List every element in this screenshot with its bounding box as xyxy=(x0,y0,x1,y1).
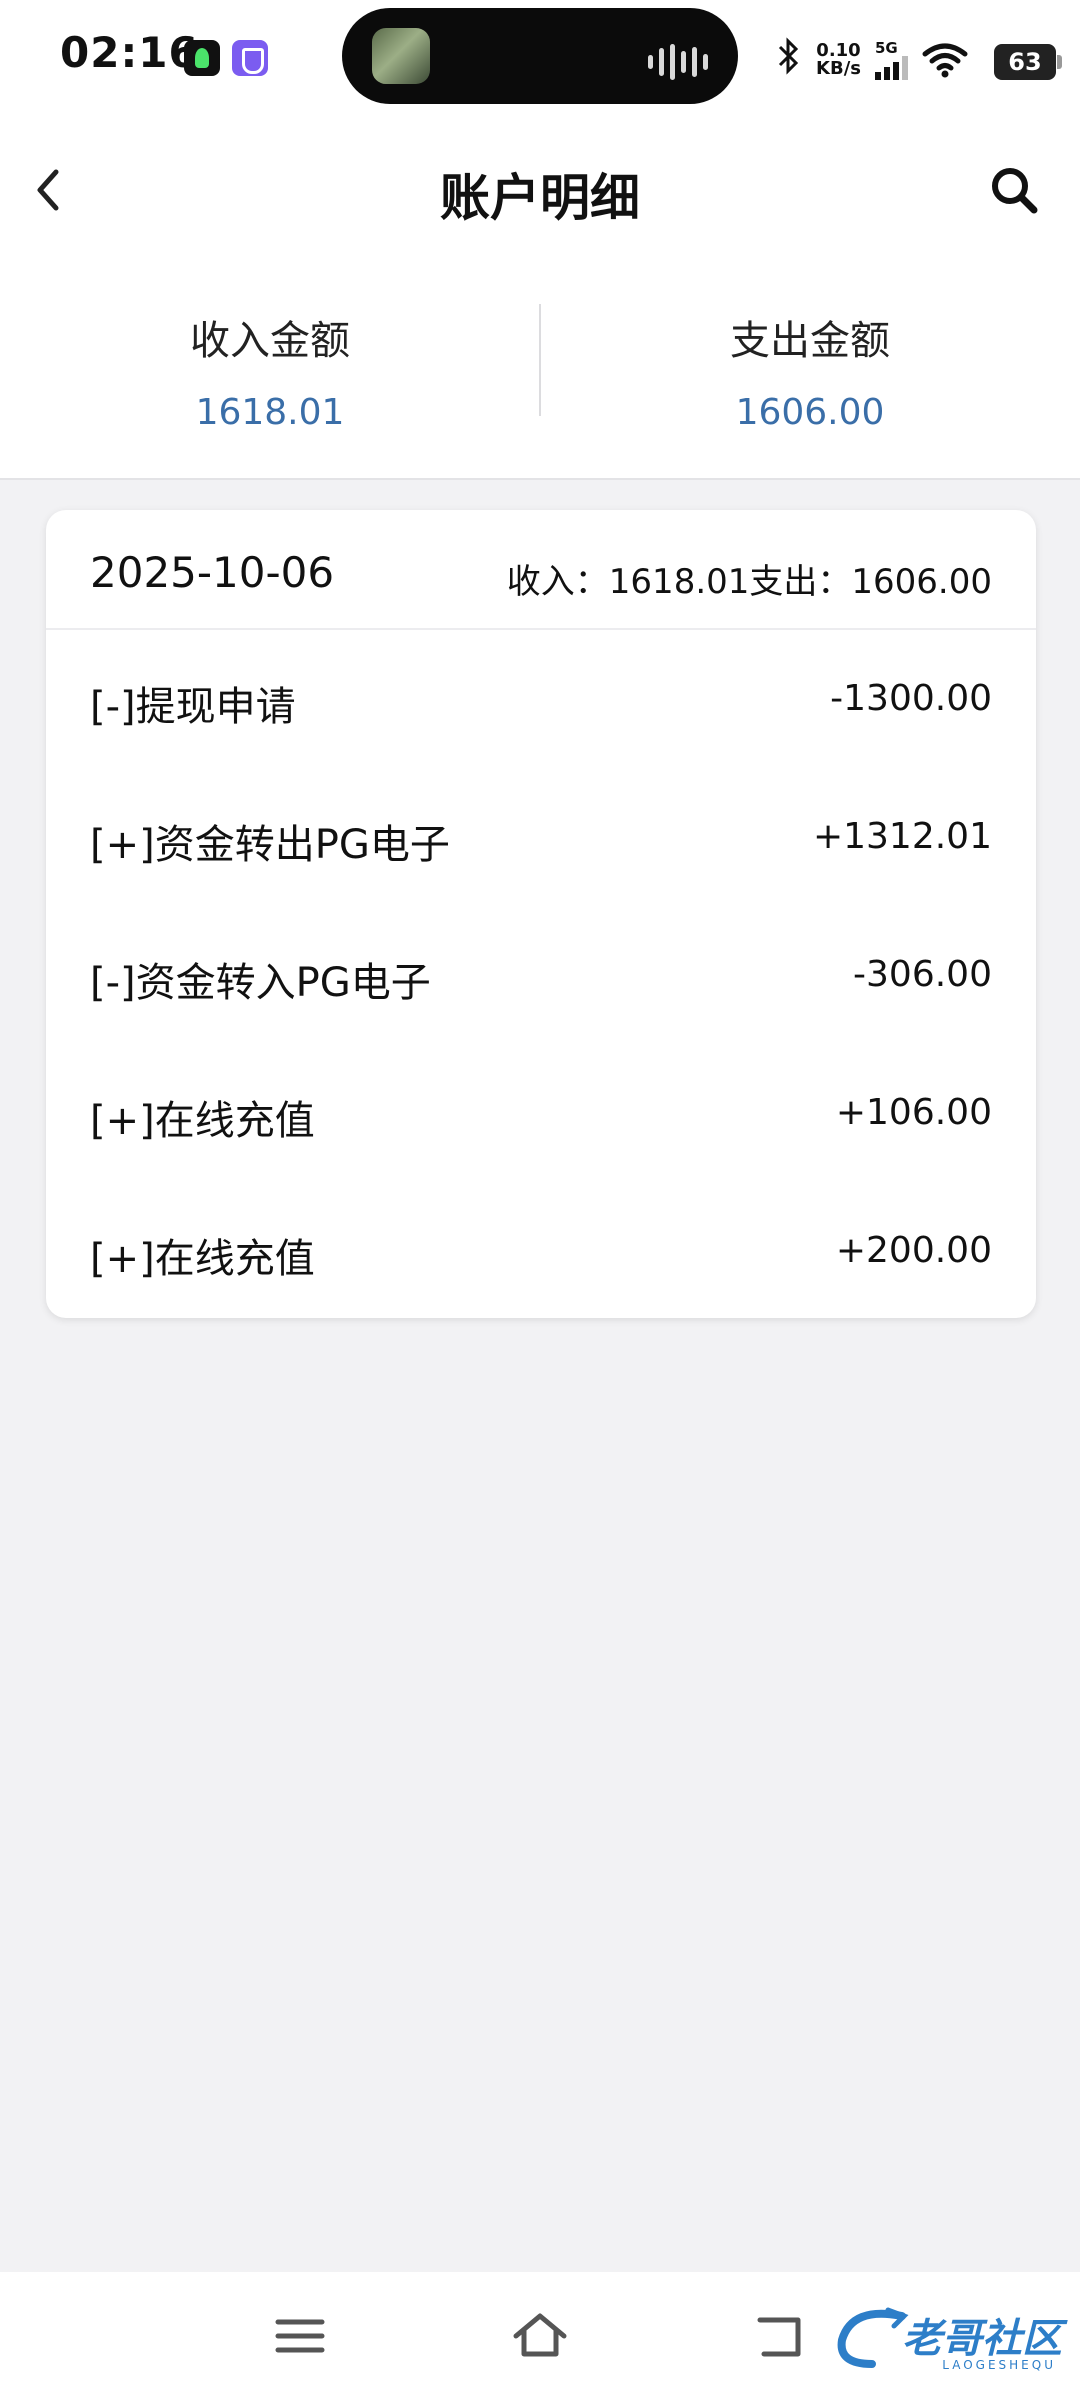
watermark-text: 老哥社区 xyxy=(902,2316,1062,2362)
transaction-row[interactable]: [-]资金转入PG电子 -306.00 xyxy=(46,908,1036,1046)
expense-summary: 支出金额 1606.00 xyxy=(540,260,1080,480)
transaction-amount: +1312.01 xyxy=(812,816,992,857)
expense-label: 支出金额 xyxy=(730,318,890,364)
music-app-icon xyxy=(184,40,220,76)
cellular-signal-icon: 5G xyxy=(875,38,908,80)
transaction-label: [+]资金转出PG电子 xyxy=(90,822,450,868)
status-time: 02:16 xyxy=(60,28,199,77)
transaction-label: [+]在线充值 xyxy=(90,1236,315,1282)
watermark-logo: 老哥社区 LAOGESHEQU xyxy=(832,2302,1062,2378)
media-thumbnail xyxy=(372,28,430,84)
transaction-row[interactable]: [+]资金转出PG电子 +1312.01 xyxy=(46,770,1036,908)
system-icons: 0.10 KB/s 5G 63 xyxy=(776,30,1062,90)
page-title: 账户明细 xyxy=(440,169,640,227)
summary-panel: 收入金额 1618.01 支出金额 1606.00 xyxy=(0,260,1080,480)
day-date: 2025-10-06 xyxy=(90,548,335,597)
income-label: 收入金额 xyxy=(190,318,350,364)
transaction-row[interactable]: [-]提现申请 -1300.00 xyxy=(46,632,1036,770)
transaction-label: [-]资金转入PG电子 xyxy=(90,960,431,1006)
bluetooth-icon xyxy=(776,36,802,84)
network-type-label: 5G xyxy=(875,38,898,57)
transaction-amount: -306.00 xyxy=(853,954,992,995)
day-totals: 收入：1618.01支出：1606.00 xyxy=(506,562,992,602)
battery-icon: 63 xyxy=(994,44,1062,80)
network-speed-unit: KB/s xyxy=(816,58,861,79)
dragon-logo-icon xyxy=(837,2307,909,2368)
search-icon[interactable] xyxy=(986,162,1042,218)
expense-value: 1606.00 xyxy=(735,392,885,433)
day-header: 2025-10-06 收入：1618.01支出：1606.00 xyxy=(46,510,1036,630)
network-speed: 0.10 KB/s xyxy=(816,42,861,78)
transaction-amount: +106.00 xyxy=(835,1092,992,1133)
day-transactions-card: 2025-10-06 收入：1618.01支出：1606.00 [-]提现申请 … xyxy=(46,510,1036,1318)
system-nav-bar: 老哥社区 LAOGESHEQU xyxy=(0,2272,1080,2400)
home-icon[interactable] xyxy=(510,2308,570,2364)
transaction-row[interactable]: [+]在线充值 +200.00 xyxy=(46,1184,1036,1322)
transaction-amount: +200.00 xyxy=(835,1230,992,1271)
transaction-label: [+]在线充值 xyxy=(90,1098,315,1144)
transaction-row[interactable]: [+]在线充值 +106.00 xyxy=(46,1046,1036,1184)
watermark-subtext: LAOGESHEQU xyxy=(942,2358,1056,2372)
transaction-amount: -1300.00 xyxy=(830,678,992,719)
audio-wave-icon xyxy=(648,44,708,80)
income-summary: 收入金额 1618.01 xyxy=(0,260,540,480)
menu-icon[interactable] xyxy=(270,2308,330,2364)
transaction-label: [-]提现申请 xyxy=(90,684,296,730)
dynamic-island[interactable] xyxy=(342,8,738,104)
status-bar: 02:16 0.10 KB/s 5G 63 xyxy=(0,0,1080,120)
back-nav-icon[interactable] xyxy=(750,2308,810,2364)
income-value: 1618.01 xyxy=(195,392,345,433)
shield-app-icon xyxy=(232,40,268,76)
account-details-screen: 02:16 0.10 KB/s 5G 63 账户明细 收入金额 1618.01 … xyxy=(0,0,1080,2400)
page-header: 账户明细 xyxy=(0,120,1080,260)
wifi-icon xyxy=(922,43,968,78)
